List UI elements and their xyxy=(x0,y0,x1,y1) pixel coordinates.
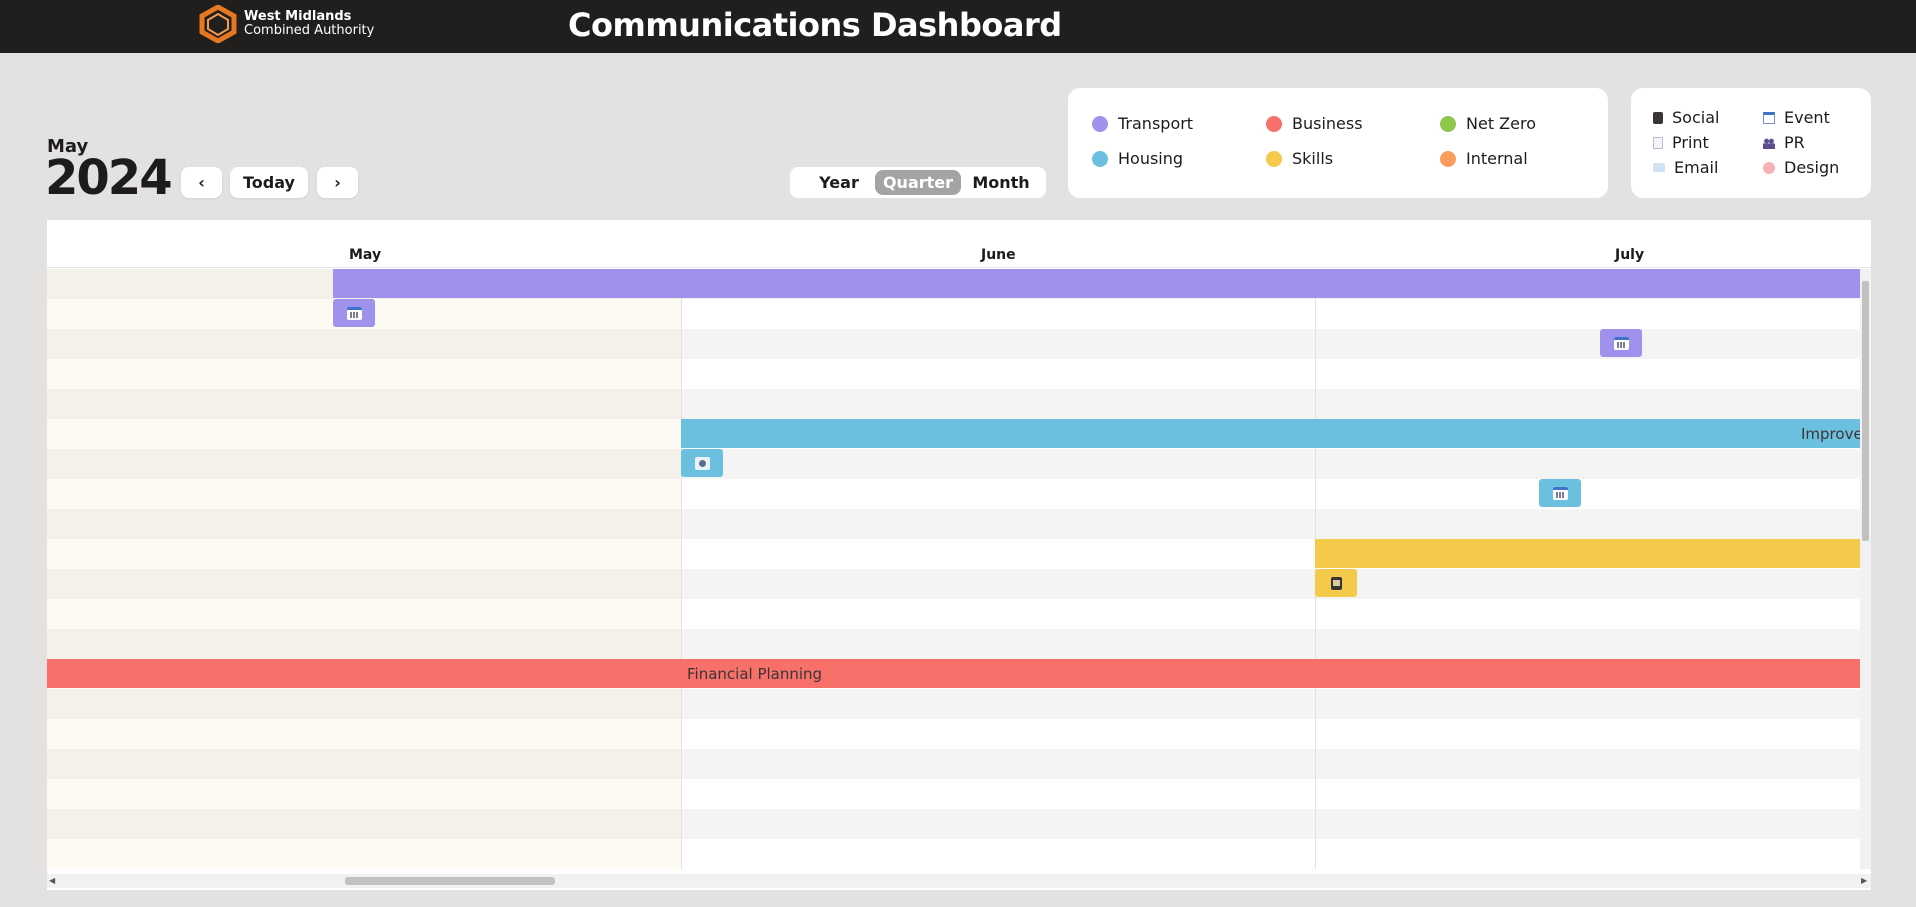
page-title: Communications Dashboard xyxy=(568,6,1062,44)
calendar-header: May June July xyxy=(47,220,1871,268)
legend-label: Net Zero xyxy=(1466,114,1536,133)
envelope-icon xyxy=(1653,163,1665,172)
activity-chip-social[interactable] xyxy=(1315,569,1357,597)
transport-dot-icon xyxy=(1092,115,1108,132)
legend-item-design[interactable]: Design xyxy=(1763,158,1839,177)
legend-label: Print xyxy=(1672,133,1709,152)
legend-item-social[interactable]: Social xyxy=(1653,108,1719,127)
past-period-shade xyxy=(47,269,681,869)
legend-item-event[interactable]: Event xyxy=(1763,108,1830,127)
previous-period-button[interactable]: ‹ xyxy=(181,167,222,198)
activity-chip-event[interactable] xyxy=(1600,329,1642,357)
vertical-scrollbar[interactable] xyxy=(1860,269,1871,869)
business-dot-icon xyxy=(1266,115,1282,132)
legend-item-skills[interactable]: Skills xyxy=(1266,149,1333,168)
view-switcher: Year Quarter Month xyxy=(790,167,1046,198)
legend-item-internal[interactable]: Internal xyxy=(1440,149,1528,168)
scroll-left-arrow-icon[interactable]: ◀ xyxy=(49,876,55,885)
org-name-line2: Combined Authority xyxy=(244,23,375,38)
view-month-option[interactable]: Month xyxy=(958,170,1044,195)
legend-label: Business xyxy=(1292,114,1363,133)
calendar-grid: May June July Improve Financial Planning… xyxy=(47,220,1871,890)
calendar-icon xyxy=(346,306,362,320)
activity-chip-event[interactable] xyxy=(333,299,375,327)
campaign-bar-skills[interactable] xyxy=(1315,539,1860,568)
view-quarter-option[interactable]: Quarter xyxy=(875,170,961,195)
calendar-icon xyxy=(1613,336,1629,350)
campaign-bar-business[interactable]: Financial Planning xyxy=(47,659,1860,688)
view-year-option[interactable]: Year xyxy=(796,170,882,195)
theme-legend: Transport Business Net Zero Housing Skil… xyxy=(1068,88,1608,198)
legend-label: Event xyxy=(1784,108,1830,127)
horizontal-scrollbar[interactable]: ◀ ▶ xyxy=(47,874,1871,888)
legend-item-email[interactable]: Email xyxy=(1653,158,1718,177)
vertical-scroll-thumb[interactable] xyxy=(1862,281,1869,541)
activity-chip-event[interactable] xyxy=(1539,479,1581,507)
activity-chip-email[interactable] xyxy=(681,449,723,477)
next-period-button[interactable]: › xyxy=(317,167,358,198)
hexagon-logo-icon xyxy=(199,5,237,43)
campaign-bar-housing[interactable]: Improve xyxy=(681,419,1863,448)
internal-dot-icon xyxy=(1440,150,1456,167)
net-zero-dot-icon xyxy=(1440,115,1456,132)
legend-label: Social xyxy=(1672,108,1720,127)
org-name-line1: West Midlands xyxy=(244,9,352,24)
legend-label: Email xyxy=(1674,158,1719,177)
housing-dot-icon xyxy=(1092,150,1108,167)
legend-label: Internal xyxy=(1466,149,1528,168)
today-button[interactable]: Today xyxy=(230,167,308,198)
scroll-right-arrow-icon[interactable]: ▶ xyxy=(1861,876,1867,885)
document-icon xyxy=(1653,136,1663,149)
calendar-icon xyxy=(1552,486,1568,500)
palette-icon xyxy=(1763,161,1775,174)
month-divider xyxy=(681,269,682,869)
campaign-bar-transport[interactable] xyxy=(333,269,1860,298)
people-icon xyxy=(1763,136,1775,149)
month-header-july: July xyxy=(1615,247,1645,263)
legend-item-net-zero[interactable]: Net Zero xyxy=(1440,114,1536,133)
legend-item-housing[interactable]: Housing xyxy=(1092,149,1183,168)
top-bar: West Midlands Combined Authority Communi… xyxy=(0,0,1916,53)
horizontal-scroll-thumb[interactable] xyxy=(345,877,555,885)
legend-label: Housing xyxy=(1118,149,1184,168)
skills-dot-icon xyxy=(1266,150,1282,167)
legend-item-pr[interactable]: PR xyxy=(1763,133,1805,152)
campaign-label: Financial Planning xyxy=(687,665,823,683)
org-name: West Midlands Combined Authority xyxy=(244,10,374,38)
month-header-june: June xyxy=(981,247,1016,263)
current-year-label: 2024 xyxy=(45,150,173,206)
envelope-icon xyxy=(694,456,710,470)
campaign-label: Improve xyxy=(1801,425,1863,443)
legend-label: Skills xyxy=(1292,149,1334,168)
legend-item-print[interactable]: Print xyxy=(1653,133,1709,152)
legend-label: PR xyxy=(1784,133,1805,152)
legend-label: Design xyxy=(1784,158,1840,177)
legend-item-business[interactable]: Business xyxy=(1266,114,1363,133)
legend-label: Transport xyxy=(1118,114,1194,133)
calendar-icon xyxy=(1763,111,1775,124)
phone-icon xyxy=(1653,111,1663,124)
phone-icon xyxy=(1330,576,1342,590)
month-header-may: May xyxy=(349,247,382,263)
legend-item-transport[interactable]: Transport xyxy=(1092,114,1193,133)
type-legend: Social Event Print PR Email Design xyxy=(1631,88,1871,198)
